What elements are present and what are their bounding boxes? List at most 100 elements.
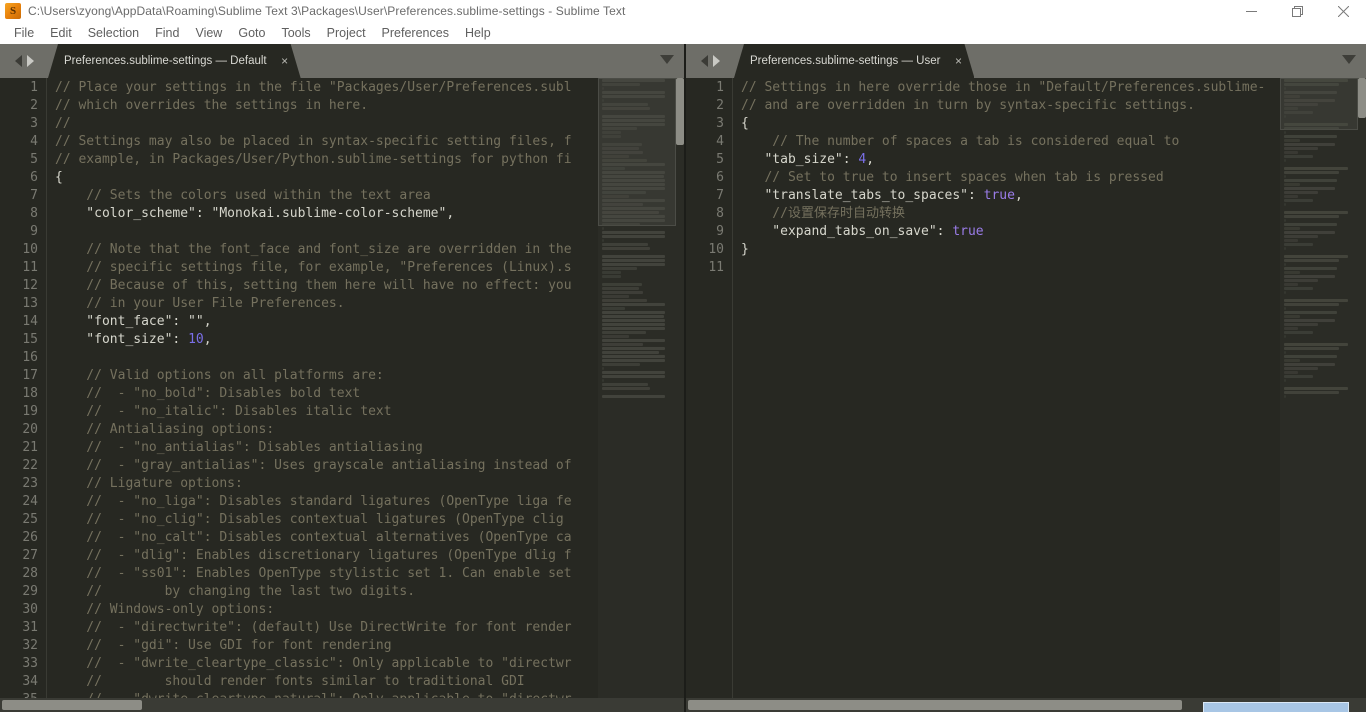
code-line[interactable]: // which overrides the settings in here.	[55, 97, 598, 115]
chevron-down-icon[interactable]	[660, 55, 674, 64]
code-line[interactable]: // Antialiasing options:	[55, 421, 598, 439]
code-line[interactable]: // Valid options on all platforms are:	[55, 367, 598, 385]
code-content-left[interactable]: // Place your settings in the file "Pack…	[46, 78, 598, 712]
code-line[interactable]: // Set to true to insert spaces when tab…	[741, 169, 1280, 187]
close-icon[interactable]: ×	[279, 55, 291, 67]
minimap-right[interactable]	[1280, 78, 1366, 712]
code-line[interactable]: //	[55, 115, 598, 133]
horizontal-scrollbar-left[interactable]	[0, 698, 684, 712]
code-line[interactable]	[55, 223, 598, 241]
menu-item-help[interactable]: Help	[457, 24, 499, 42]
scrollbar-thumb[interactable]	[2, 700, 142, 710]
minimap-line	[602, 239, 604, 242]
maximize-restore-icon[interactable]	[1274, 0, 1320, 22]
editor-left[interactable]: 1 2 3 4 5 6 7 8 9 10 11 12 13 14 15 16 17 18 19 20 21 22 23 24 2…	[0, 78, 684, 712]
code-line[interactable]: "tab_size": 4,	[741, 151, 1280, 169]
code-line[interactable]: // in your User File Preferences.	[55, 295, 598, 313]
code-line[interactable]: // - "no_liga": Disables standard ligatu…	[55, 493, 598, 511]
tab-preferences-user[interactable]: Preferences.sublime-settings — User ×	[734, 44, 974, 78]
code-line[interactable]: // - "no_antialias": Disables antialiasi…	[55, 439, 598, 457]
code-line[interactable]: // example, in Packages/User/Python.subl…	[55, 151, 598, 169]
minimap-scrollbar-left[interactable]	[676, 78, 684, 145]
minimap-line	[1284, 99, 1336, 102]
code-line[interactable]	[741, 259, 1280, 277]
code-line[interactable]: // - "directwrite": (default) Use Direct…	[55, 619, 598, 637]
menu-item-goto[interactable]: Goto	[230, 24, 273, 42]
code-line[interactable]: {	[55, 169, 598, 187]
code-line[interactable]	[55, 349, 598, 367]
code-line[interactable]: // - "ss01": Enables OpenType stylistic …	[55, 565, 598, 583]
code-line[interactable]: // - "no_italic": Disables italic text	[55, 403, 598, 421]
tab-scroll-arrows-left[interactable]	[0, 44, 48, 78]
editor-right[interactable]: 1 2 3 4 5 6 7 8 9 10 11 // Settings in here overri…	[686, 78, 1366, 712]
code-line[interactable]: // Ligature options:	[55, 475, 598, 493]
menu-item-edit[interactable]: Edit	[42, 24, 80, 42]
tab-preferences-default[interactable]: Preferences.sublime-settings — Default ×	[48, 44, 301, 78]
menu-item-view[interactable]: View	[187, 24, 230, 42]
close-icon[interactable]	[1320, 0, 1366, 22]
minimap-left[interactable]	[598, 78, 684, 712]
code-line[interactable]: "color_scheme": "Monokai.sublime-color-s…	[55, 205, 598, 223]
minimap-line	[1284, 243, 1314, 246]
code-line[interactable]: {	[741, 115, 1280, 133]
minimap-line	[1284, 267, 1338, 270]
code-line[interactable]: // and are overridden in turn by syntax-…	[741, 97, 1280, 115]
code-line[interactable]: // - "no_bold": Disables bold text	[55, 385, 598, 403]
code-line[interactable]: // Settings may also be placed in syntax…	[55, 133, 598, 151]
line-number: 3	[30, 116, 38, 131]
chevron-left-icon[interactable]	[700, 55, 708, 67]
minimap-line	[1284, 231, 1336, 234]
menu-item-preferences[interactable]: Preferences	[374, 24, 457, 42]
code-line[interactable]: // - "dlig": Enables discretionary ligat…	[55, 547, 598, 565]
minimap-line	[1284, 203, 1286, 206]
code-line[interactable]: }	[741, 241, 1280, 259]
code-line[interactable]: // specific settings file, for example, …	[55, 259, 598, 277]
minimap-line	[602, 319, 665, 322]
chevron-down-icon[interactable]	[1342, 55, 1356, 64]
code-line[interactable]: "font_face": "",	[55, 313, 598, 331]
menu-item-file[interactable]: File	[6, 24, 42, 42]
menu-item-selection[interactable]: Selection	[80, 24, 147, 42]
line-number: 26	[22, 530, 38, 545]
code-line[interactable]: "translate_tabs_to_spaces": true,	[741, 187, 1280, 205]
tab-scroll-arrows-right[interactable]	[686, 44, 734, 78]
menu-item-find[interactable]: Find	[147, 24, 187, 42]
code-line[interactable]: // Windows-only options:	[55, 601, 598, 619]
close-icon[interactable]: ×	[952, 55, 964, 67]
minimap-line	[602, 247, 651, 250]
code-line[interactable]: // Settings in here override those in "D…	[741, 79, 1280, 97]
minimap-line	[1284, 287, 1314, 290]
code-content-right[interactable]: // Settings in here override those in "D…	[732, 78, 1280, 712]
code-line[interactable]: //设置保存时自动转换	[741, 205, 1280, 223]
code-line[interactable]: // The number of spaces a tab is conside…	[741, 133, 1280, 151]
menu-item-project[interactable]: Project	[319, 24, 374, 42]
code-line[interactable]: // - "no_clig": Disables contextual liga…	[55, 511, 598, 529]
minimap-line	[1284, 159, 1286, 162]
code-line[interactable]: // - "gdi": Use GDI for font rendering	[55, 637, 598, 655]
line-number: 21	[22, 440, 38, 455]
minimap-line	[1284, 147, 1319, 150]
tab-label: Preferences.sublime-settings — Default	[64, 55, 267, 67]
minimap-line	[602, 323, 665, 326]
code-line[interactable]: // - "gray_antialias": Uses grayscale an…	[55, 457, 598, 475]
scrollbar-thumb[interactable]	[688, 700, 1182, 710]
code-line[interactable]: // Place your settings in the file "Pack…	[55, 79, 598, 97]
code-line[interactable]: // - "no_calt": Disables contextual alte…	[55, 529, 598, 547]
code-token: // which overrides the settings in here.	[55, 98, 369, 113]
chevron-left-icon[interactable]	[14, 55, 22, 67]
code-line[interactable]: "expand_tabs_on_save": true	[741, 223, 1280, 241]
menu-item-tools[interactable]: Tools	[273, 24, 318, 42]
code-line[interactable]: // Note that the font_face and font_size…	[55, 241, 598, 259]
code-line[interactable]: "font_size": 10,	[55, 331, 598, 349]
minimap-line	[1284, 187, 1336, 190]
minimize-icon[interactable]	[1228, 0, 1274, 22]
code-token: "tab_size":	[741, 152, 859, 167]
minimap-scrollbar-right[interactable]	[1358, 78, 1366, 118]
chevron-right-icon[interactable]	[712, 55, 720, 67]
code-line[interactable]: // by changing the last two digits.	[55, 583, 598, 601]
code-line[interactable]: // - "dwrite_cleartype_classic": Only ap…	[55, 655, 598, 673]
code-line[interactable]: // should render fonts similar to tradit…	[55, 673, 598, 691]
code-line[interactable]: // Sets the colors used within the text …	[55, 187, 598, 205]
code-line[interactable]: // Because of this, setting them here wi…	[55, 277, 598, 295]
chevron-right-icon[interactable]	[26, 55, 34, 67]
